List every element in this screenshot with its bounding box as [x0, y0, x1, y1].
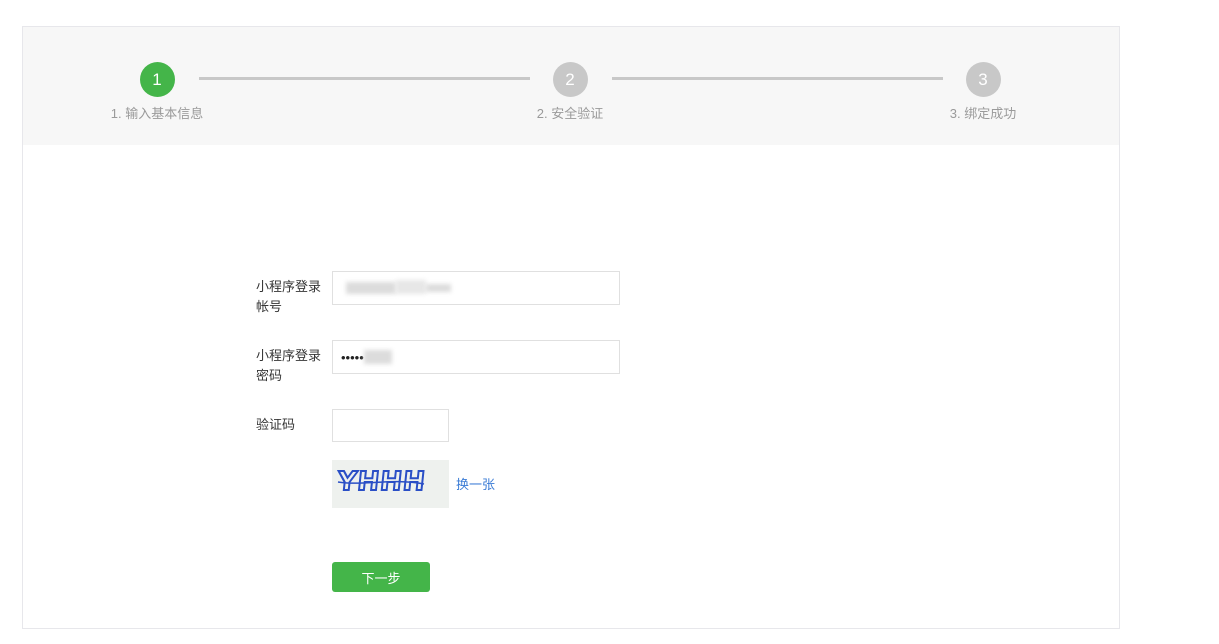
step-3: 3 3. 绑定成功	[923, 62, 1043, 122]
account-label-line2: 帐号	[256, 299, 283, 314]
captcha-label: 验证码	[256, 417, 296, 432]
account-label: 小程序登录 帐号	[256, 277, 326, 317]
step-2-label: 2. 安全验证	[536, 106, 604, 121]
redacted-account-mask	[346, 282, 396, 294]
change-captcha-link[interactable]: 换一张	[456, 474, 495, 493]
captcha-row: 验证码	[256, 409, 556, 445]
password-row: 小程序登录 密码	[256, 340, 656, 390]
account-row: 小程序登录 帐号	[256, 271, 656, 321]
step-1-label: 1. 输入基本信息	[110, 106, 204, 121]
step-2: 2 2. 安全验证	[510, 62, 630, 122]
redacted-password-mask	[364, 350, 392, 364]
step-1: 1 1. 输入基本信息	[97, 62, 217, 122]
step-connector-1	[199, 77, 530, 80]
account-label-line1: 小程序登录	[256, 279, 322, 294]
progress-steps: 1 1. 输入基本信息 2 2. 安全验证 3 3. 绑定成功	[23, 27, 1119, 145]
bind-account-card: 1 1. 输入基本信息 2 2. 安全验证 3 3. 绑定成功 小程序登录 帐号…	[22, 26, 1120, 629]
redacted-account-mask-3	[426, 284, 451, 292]
step-3-label: 3. 绑定成功	[949, 106, 1017, 121]
captcha-glyphs: YHHH	[332, 460, 449, 508]
password-label-line1: 小程序登录	[256, 348, 322, 363]
step-connector-2	[612, 77, 943, 80]
step-3-circle: 3	[965, 62, 1001, 97]
password-label-line2: 密码	[256, 368, 283, 383]
password-label: 小程序登录 密码	[256, 346, 326, 386]
step-1-circle: 1	[139, 62, 175, 97]
captcha-input[interactable]	[332, 409, 449, 442]
step-2-circle: 2	[552, 62, 588, 97]
redacted-account-mask-2	[396, 280, 426, 294]
captcha-image[interactable]: YHHH	[332, 460, 449, 508]
next-step-button[interactable]: 下一步	[332, 562, 430, 592]
